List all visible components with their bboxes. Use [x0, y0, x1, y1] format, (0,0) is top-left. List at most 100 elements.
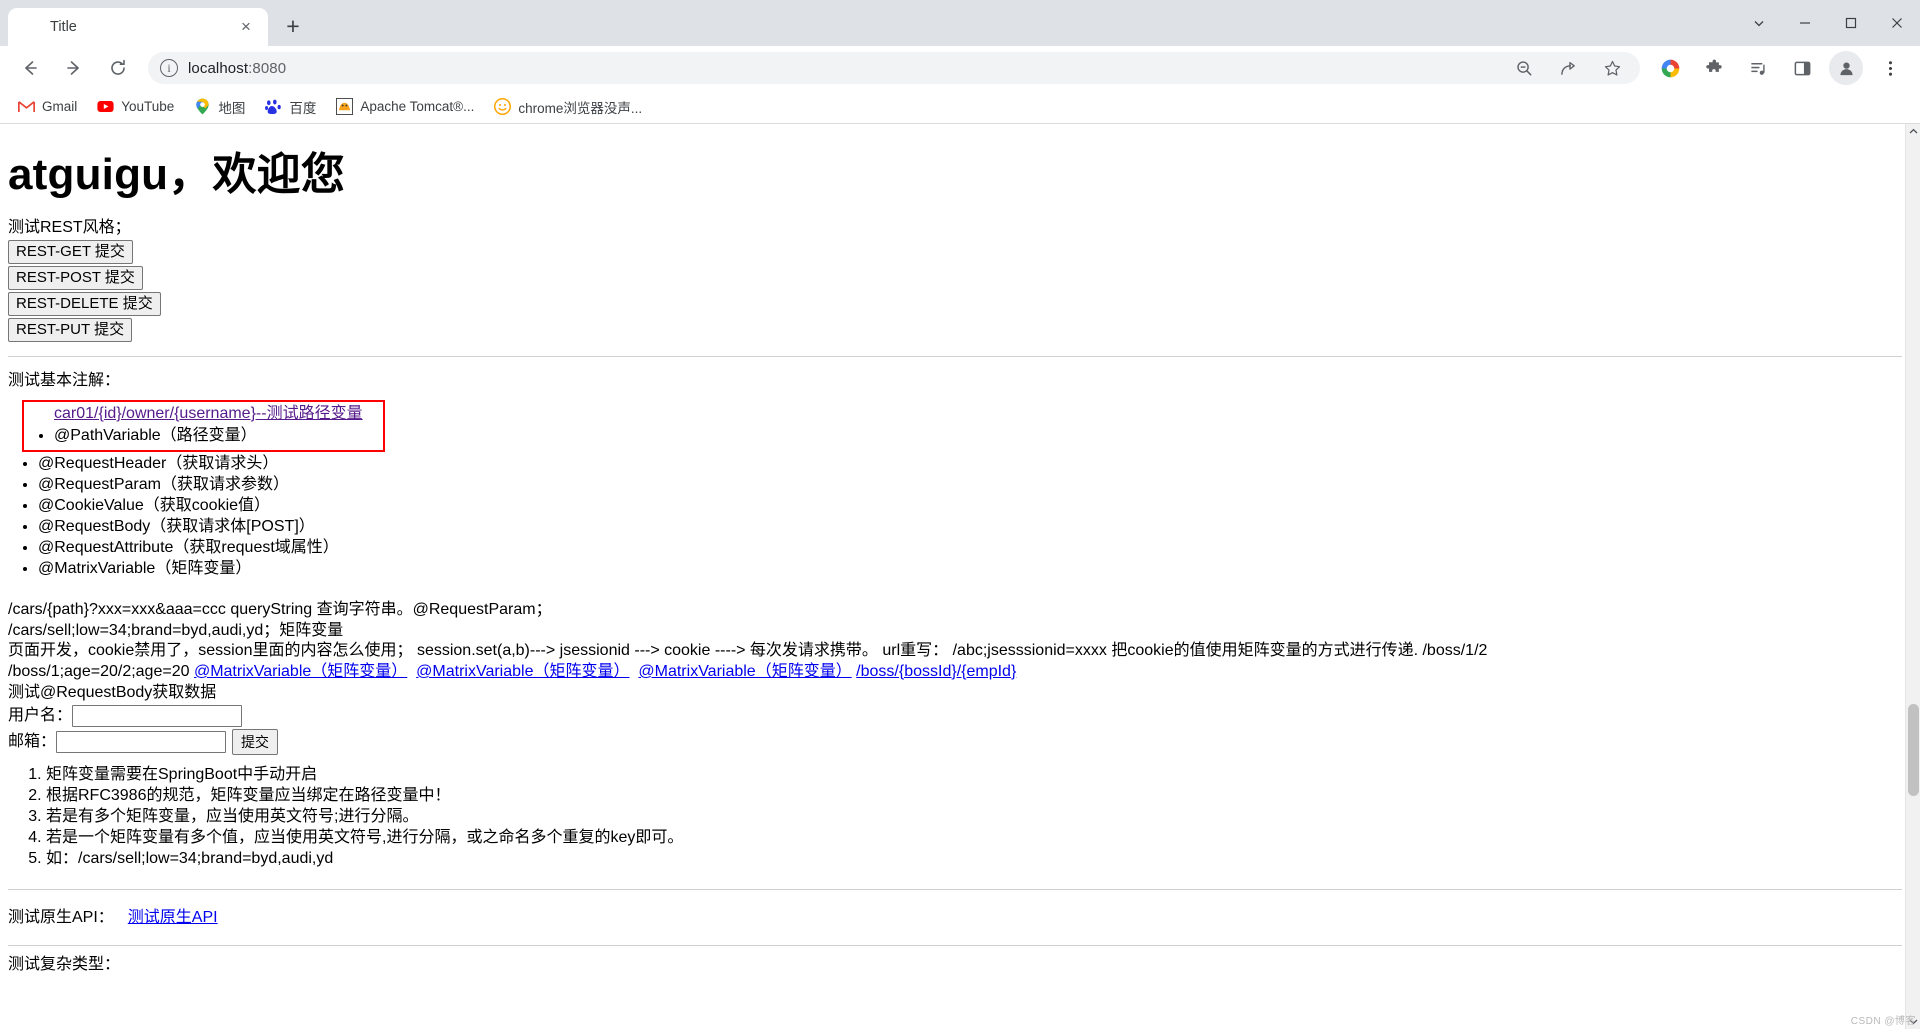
bookmark-label: YouTube	[121, 99, 175, 114]
boss-path-link[interactable]: /boss/{bossId}/{empId}	[856, 663, 1016, 680]
rest-put-button[interactable]: REST-PUT 提交	[8, 317, 133, 342]
omnibox-actions	[1502, 51, 1634, 85]
tab-strip: Title × +	[0, 0, 1920, 46]
browser-window: Title × + i localhost:8080 Gmail YouTube…	[0, 0, 1920, 1029]
list-item: car01/{id}/owner/{username}--测试路径变量	[54, 404, 363, 424]
site-info-icon[interactable]: i	[160, 59, 178, 77]
scroll-up-icon[interactable]	[1906, 124, 1920, 139]
bookmark-label: Apache Tomcat®...	[360, 99, 475, 114]
navigation-toolbar: i localhost:8080	[0, 46, 1920, 90]
extension-toolbar	[1648, 51, 1912, 85]
list-item: @RequestHeader（获取请求头）	[38, 454, 1902, 474]
annotation-list: @RequestHeader（获取请求头） @RequestParam（获取请求…	[8, 454, 1902, 579]
watermark: CSDN @博客	[1850, 1016, 1916, 1027]
bookmark-label: 百度	[289, 100, 317, 116]
side-panel-icon[interactable]	[1785, 51, 1819, 85]
bookmark-maps[interactable]: 地图	[186, 93, 253, 121]
list-item: @CookieValue（获取cookie值）	[38, 496, 1902, 516]
tab-title: Title	[50, 19, 77, 35]
native-api-row: 测试原生API： 测试原生API	[8, 908, 1902, 928]
rest-delete-button[interactable]: REST-DELETE 提交	[8, 291, 161, 316]
requestbody-label: 测试@RequestBody获取数据	[8, 683, 217, 701]
rest-section-label: 测试REST风格；	[8, 219, 131, 236]
tomcat-icon	[336, 98, 354, 115]
new-tab-button[interactable]: +	[276, 9, 310, 43]
submit-button[interactable]: 提交	[232, 729, 279, 756]
list-item: 矩阵变量需要在SpringBoot中手动开启	[46, 765, 1902, 785]
matrix-variable-link-1[interactable]: @MatrixVariable（矩阵变量）	[194, 663, 407, 680]
page-content: atguigu，欢迎您 测试REST风格； REST-GET 提交 REST-P…	[0, 124, 1920, 974]
email-input[interactable]	[56, 731, 227, 754]
matrix-rules-list: 矩阵变量需要在SpringBoot中手动开启 根据RFC3986的规范，矩阵变量…	[8, 765, 1902, 869]
rest-post-button[interactable]: REST-POST 提交	[8, 265, 143, 290]
forward-icon[interactable]	[57, 51, 91, 85]
list-item: @RequestAttribute（获取request域属性）	[38, 538, 1902, 558]
matrix-line-prefix: /boss/1;age=20/2;age=20	[8, 662, 190, 680]
list-item: 如：/cars/sell;low=34;brand=byd,audi,yd	[46, 849, 1902, 869]
media-playlist-icon[interactable]	[1741, 51, 1775, 85]
username-form-row: 用户名：	[8, 705, 1902, 728]
matrix-links-line: /boss/1;age=20/2;age=20 @MatrixVariable（…	[8, 662, 1902, 683]
native-api-link[interactable]: 测试原生API	[128, 909, 218, 926]
list-item: 根据RFC3986的规范，矩阵变量应当绑定在路径变量中！	[46, 786, 1902, 806]
address-bar[interactable]: i localhost:8080	[148, 52, 1640, 84]
page-scrollbar[interactable]	[1905, 124, 1920, 1029]
email-form-row: 邮箱： 提交	[8, 729, 1902, 756]
baidu-icon	[265, 98, 282, 115]
profile-avatar-icon[interactable]	[1829, 51, 1863, 85]
bookmark-star-icon[interactable]	[1595, 51, 1629, 85]
bookmark-youtube[interactable]: YouTube	[89, 94, 182, 119]
google-lens-icon[interactable]	[1653, 51, 1687, 85]
bookmark-baidu[interactable]: 百度	[257, 93, 324, 121]
extensions-puzzle-icon[interactable]	[1697, 51, 1731, 85]
highlight-box: car01/{id}/owner/{username}--测试路径变量 @Pat…	[22, 400, 385, 453]
browser-tab[interactable]: Title ×	[8, 8, 268, 46]
bookmark-gmail[interactable]: Gmail	[10, 94, 85, 119]
matrix-variable-link-3[interactable]: @MatrixVariable（矩阵变量）	[638, 663, 851, 680]
divider	[8, 355, 1902, 357]
url-text: localhost:8080	[188, 60, 286, 77]
maximize-icon[interactable]	[1828, 0, 1874, 46]
reload-icon[interactable]	[101, 51, 135, 85]
close-icon[interactable]: ×	[234, 15, 258, 39]
page-title: atguigu，欢迎您	[8, 150, 346, 199]
list-item: 若是一个矩阵变量有多个值，应当使用英文符号,进行分隔，或之命名多个重复的key即…	[46, 828, 1902, 848]
list-item: @MatrixVariable（矩阵变量）	[38, 559, 1902, 579]
youtube-icon	[97, 98, 114, 115]
bookmark-tomcat[interactable]: Apache Tomcat®...	[328, 94, 482, 119]
gmail-icon	[18, 98, 35, 115]
chrome-sound-icon	[494, 98, 512, 115]
native-api-label: 测试原生API：	[8, 909, 114, 927]
cut-off-text: 测试复杂类型：	[8, 955, 121, 973]
bookmark-label: 地图	[218, 100, 246, 116]
share-icon[interactable]	[1551, 51, 1585, 85]
back-icon[interactable]	[13, 51, 47, 85]
minimize-icon[interactable]	[1782, 0, 1828, 46]
list-item: 若是有多个矩阵变量，应当使用英文符号;进行分隔。	[46, 807, 1902, 827]
email-label: 邮箱：	[8, 733, 57, 751]
page-viewport: atguigu，欢迎您 测试REST风格； REST-GET 提交 REST-P…	[0, 124, 1920, 1029]
chrome-menu-icon[interactable]	[1873, 51, 1907, 85]
matrix-variable-link-2[interactable]: @MatrixVariable（矩阵变量）	[416, 663, 629, 680]
rest-buttons-group: REST-GET 提交 REST-POST 提交 REST-DELETE 提交 …	[8, 239, 1902, 342]
rest-get-button[interactable]: REST-GET 提交	[8, 239, 133, 264]
google-maps-icon	[194, 98, 211, 115]
path-variable-link[interactable]: car01/{id}/owner/{username}--测试路径变量	[54, 405, 363, 422]
session-paragraph: 页面开发，cookie禁用了，session里面的内容怎么使用； session…	[8, 642, 1488, 660]
zoom-out-icon[interactable]	[1507, 51, 1541, 85]
username-input[interactable]	[72, 705, 243, 728]
annotation-list-top: car01/{id}/owner/{username}--测试路径变量 @Pat…	[38, 404, 363, 446]
list-item: @PathVariable（路径变量）	[54, 426, 363, 446]
window-close-icon[interactable]	[1874, 0, 1920, 46]
annotation-section-label: 测试基本注解：	[8, 371, 121, 389]
scrollbar-thumb[interactable]	[1908, 704, 1919, 796]
chevron-down-icon[interactable]	[1736, 0, 1782, 46]
bookmark-label: chrome浏览器没声...	[518, 100, 643, 116]
bookmark-chrome-sound[interactable]: chrome浏览器没声...	[486, 93, 650, 121]
divider	[8, 889, 1902, 891]
note-querystring: /cars/{path}?xxx=xxx&aaa=ccc queryString…	[8, 601, 552, 619]
globe-icon	[22, 18, 40, 36]
window-controls	[1736, 0, 1920, 46]
list-item: @RequestParam（获取请求参数）	[38, 475, 1902, 495]
url-port: :8080	[248, 59, 287, 77]
